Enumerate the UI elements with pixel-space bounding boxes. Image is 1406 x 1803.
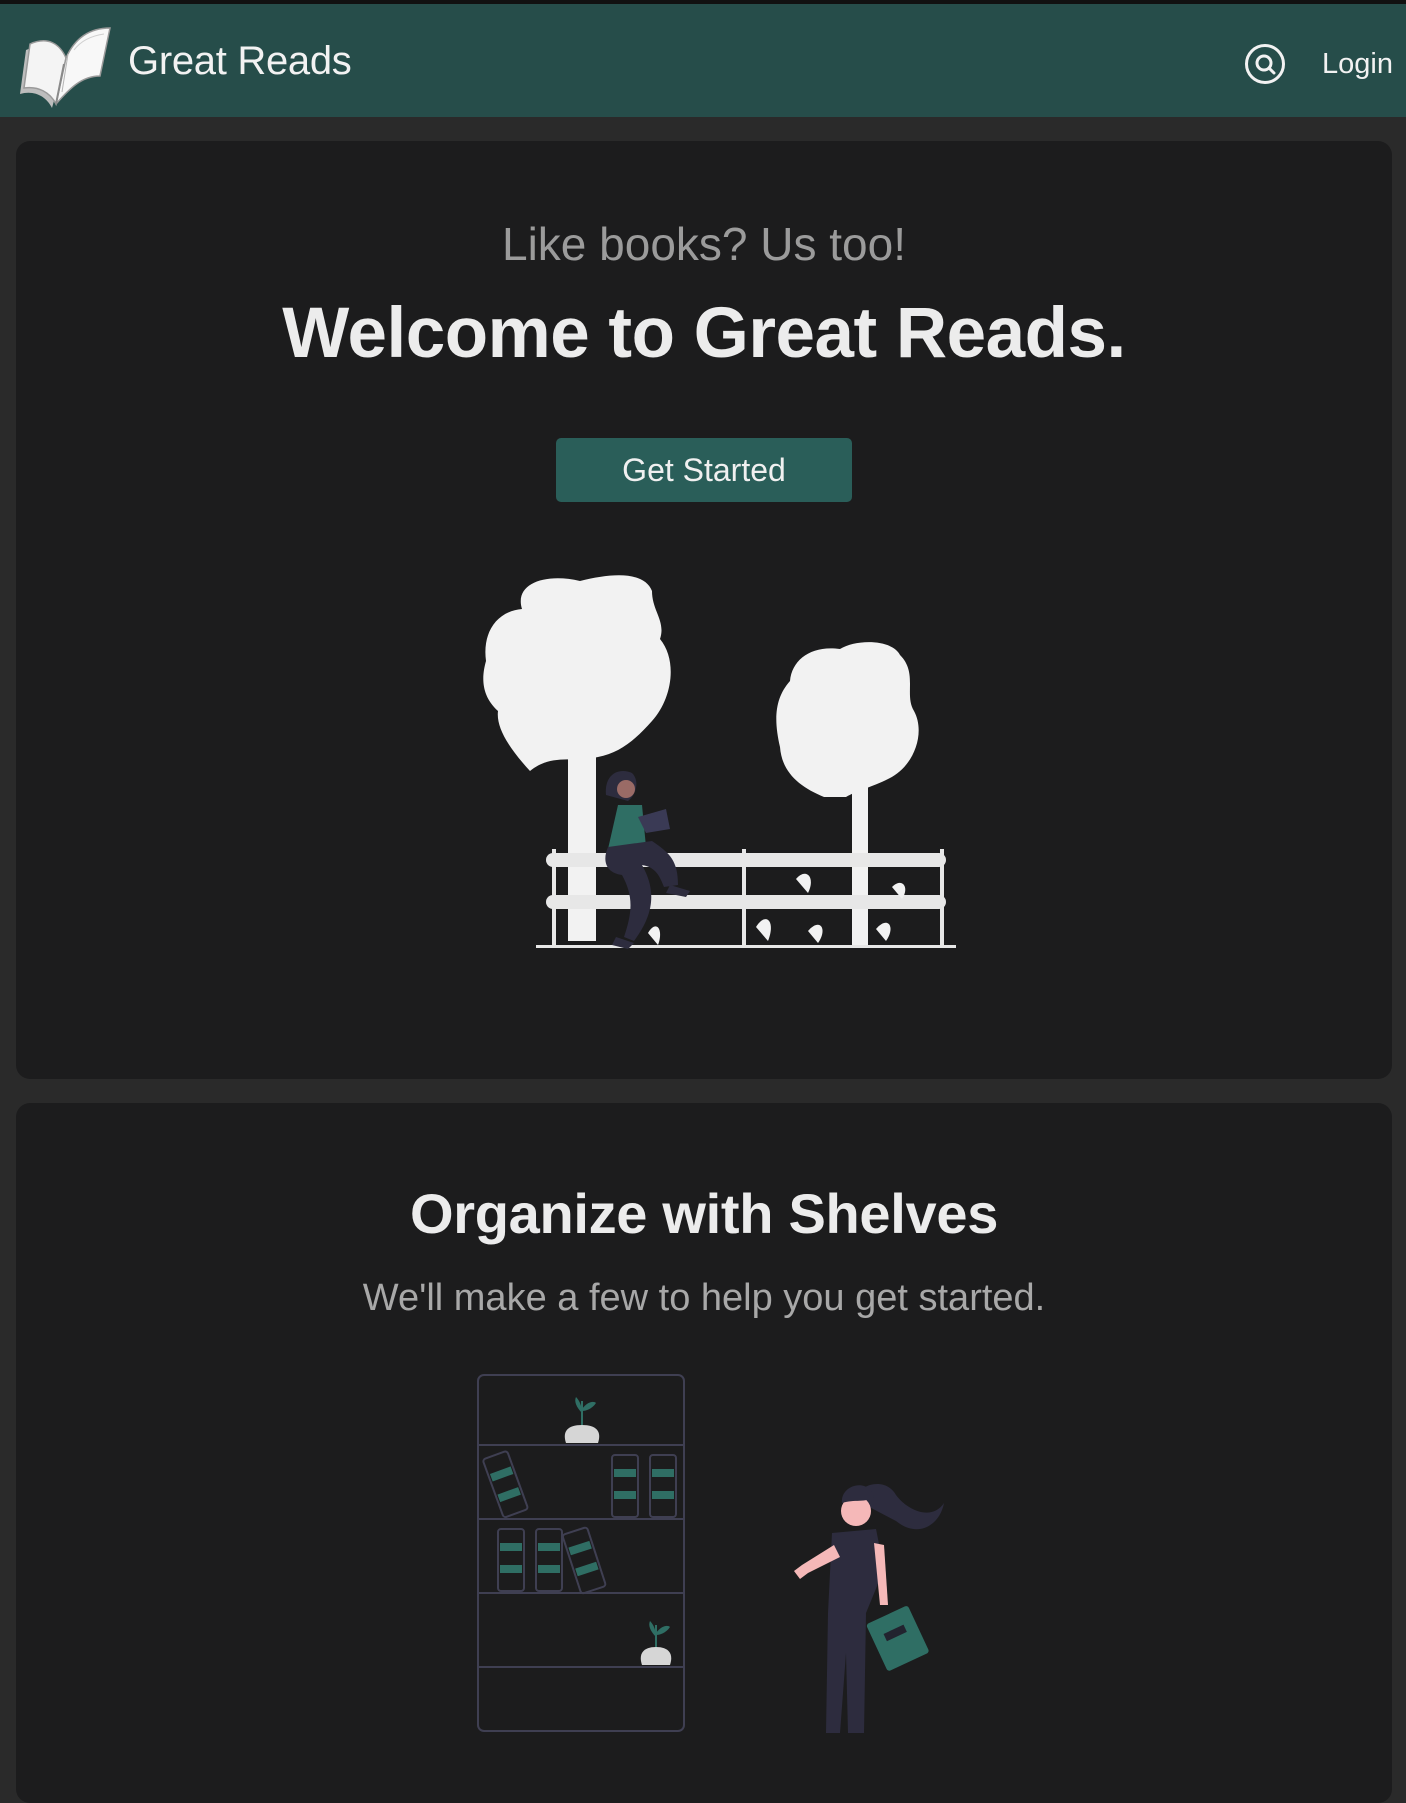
open-book-icon[interactable] (16, 14, 112, 112)
brand-title[interactable]: Great Reads (128, 39, 352, 84)
woman-with-bookshelf-illustration (477, 1374, 944, 1733)
shelves-card: Organize with Shelves We'll make a few t… (16, 1103, 1392, 1803)
hero-card: Like books? Us too! Welcome to Great Rea… (16, 141, 1392, 1079)
shelves-subtitle: We'll make a few to help you get started… (362, 1277, 1046, 1319)
search-icon[interactable] (1244, 43, 1286, 85)
shelves-title: Organize with Shelves (409, 1182, 999, 1245)
navbar: Great Reads Login (0, 4, 1406, 117)
woman-reading-on-fence-illustration (483, 575, 956, 949)
hero-headline: Welcome to Great Reads. (282, 294, 1126, 373)
hero-tagline: Like books? Us too! (501, 218, 906, 270)
get-started-button[interactable]: Get Started (556, 438, 852, 502)
login-link[interactable]: Login (1322, 48, 1393, 81)
